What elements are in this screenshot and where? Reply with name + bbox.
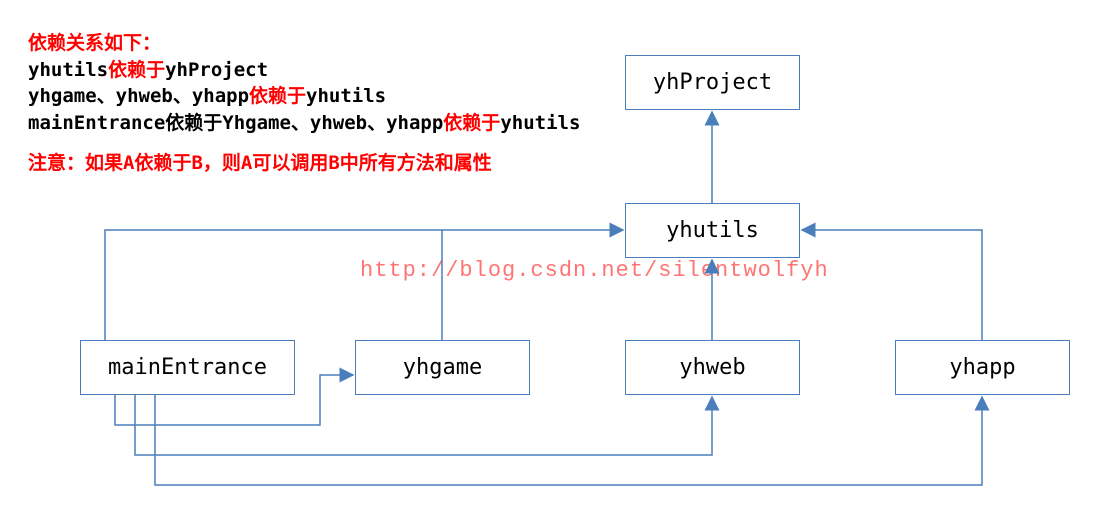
- t: yhutils: [306, 85, 386, 107]
- dep-line-1: yhutils依赖于yhProject: [28, 57, 580, 84]
- node-label: yhweb: [679, 355, 745, 380]
- node-label: yhProject: [653, 70, 772, 95]
- node-yhapp: yhapp: [895, 340, 1070, 395]
- node-yhgame: yhgame: [355, 340, 530, 395]
- t: yhgame、yhweb、yhapp: [28, 85, 249, 107]
- t: 依赖于: [108, 59, 165, 81]
- node-label: yhapp: [949, 355, 1015, 380]
- t: yhutils: [28, 59, 108, 81]
- watermark-text: http://blog.csdn.net/silentwolfyh: [360, 258, 829, 283]
- t: 依赖于: [249, 85, 306, 107]
- t: 依赖于: [443, 112, 500, 134]
- dep-line-3: mainEntrance依赖于Yhgame、yhweb、yhapp依赖于yhut…: [28, 110, 580, 137]
- node-label: mainEntrance: [108, 355, 267, 380]
- heading: 依赖关系如下：: [28, 30, 580, 57]
- node-label: yhutils: [666, 218, 759, 243]
- node-yhutils: yhutils: [625, 203, 800, 258]
- t: yhProject: [165, 59, 268, 81]
- t: mainEntrance依赖于Yhgame、yhweb、yhapp: [28, 112, 443, 134]
- t: yhutils: [500, 112, 580, 134]
- note-line: 注意：如果A依赖于B，则A可以调用B中所有方法和属性: [28, 150, 580, 177]
- node-yhweb: yhweb: [625, 340, 800, 395]
- node-yhproject: yhProject: [625, 55, 800, 110]
- node-label: yhgame: [403, 355, 482, 380]
- node-mainentrance: mainEntrance: [80, 340, 295, 395]
- dep-line-2: yhgame、yhweb、yhapp依赖于yhutils: [28, 83, 580, 110]
